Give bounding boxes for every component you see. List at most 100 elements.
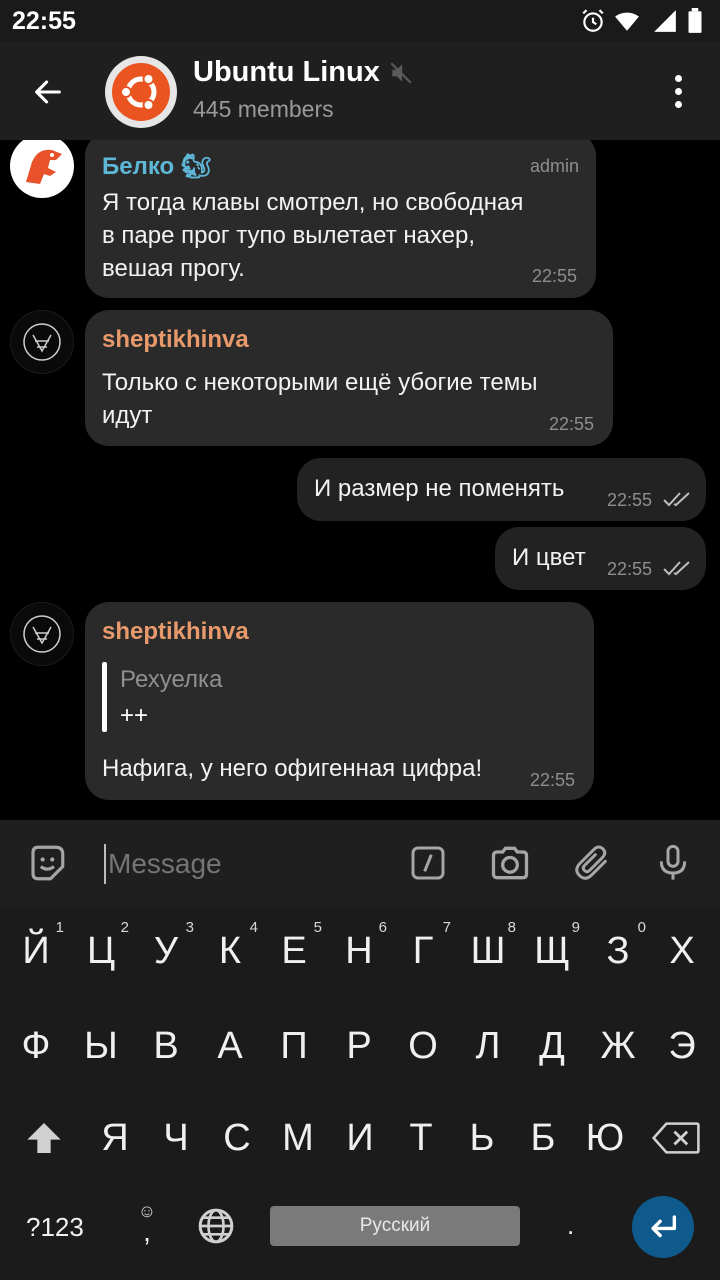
key-Р[interactable]: Р [329,1006,389,1086]
message-time: 22:55 [529,770,575,790]
key-К[interactable]: К4 [200,911,260,991]
key-С[interactable]: С [207,1098,267,1178]
message-text: Я тогда клавы смотрел, но свободная в па… [102,186,523,285]
key-Я[interactable]: Я [85,1098,145,1178]
message-bubble[interactable]: Белко 🐿 admin Я тогда клавы смотрел, но … [85,140,596,298]
key-Ш[interactable]: Ш8 [458,911,518,991]
camera-icon [491,846,529,880]
globe-icon [198,1208,234,1244]
slash-command-icon [411,846,445,880]
user-avatar[interactable] [10,310,74,374]
key-У[interactable]: У3 [136,911,196,991]
double-check-icon [663,561,690,576]
user-avatar[interactable] [10,140,74,198]
period-key[interactable]: . [567,1210,574,1241]
key-hint: 4 [249,919,258,936]
message-text: И цвет [512,544,586,571]
emoji-button[interactable] [24,840,70,886]
enter-key[interactable] [632,1196,694,1258]
reply-author[interactable]: Рехуелка [120,666,222,694]
message-list[interactable]: Белко 🐿 admin Я тогда клавы смотрел, но … [0,140,720,820]
message-bubble[interactable]: sheptikhinva Только с некоторыми ещё убо… [85,310,613,446]
key-Л[interactable]: Л [458,1006,518,1086]
key-label: Ц [86,929,116,972]
key-hint: 9 [571,919,580,936]
dot-icon [674,87,682,95]
key-hint: 1 [55,919,64,936]
key-Е[interactable]: Е5 [264,911,324,991]
attach-button[interactable] [569,840,615,886]
key-Н[interactable]: Н6 [329,911,389,991]
chat-header: Ubuntu Linux 445 members [0,42,720,140]
key-О[interactable]: О [393,1006,453,1086]
key-З[interactable]: З0 [588,911,648,991]
key-Ь[interactable]: Ь [452,1098,512,1178]
key-П[interactable]: П [264,1006,324,1086]
key-Щ[interactable]: Щ9 [522,911,582,991]
key-hint: 0 [637,919,646,936]
outgoing-message-bubble[interactable]: И цвет 22:55 [495,527,706,590]
key-Б[interactable]: Б [513,1098,573,1178]
key-И[interactable]: И [330,1098,390,1178]
group-avatar[interactable] [105,56,177,128]
key-label: Н [345,929,373,972]
key-Ж[interactable]: Ж [588,1006,648,1086]
sender-name[interactable]: Белко 🐿 [102,152,211,181]
user-avatar[interactable] [10,602,74,666]
message-time: 22:55 [607,559,653,579]
message-time: 22:55 [531,266,577,286]
key-Ч[interactable]: Ч [146,1098,206,1178]
key-А[interactable]: А [200,1006,260,1086]
camera-button[interactable] [487,840,533,886]
space-key[interactable]: Русский [270,1206,520,1246]
comma-key[interactable]: ☺ , [136,1202,158,1246]
key-Ф[interactable]: Ф [6,1006,66,1086]
more-options-button[interactable] [660,68,696,114]
sender-name[interactable]: sheptikhinva [102,326,249,354]
backspace-key[interactable] [646,1098,706,1178]
key-label: Г [412,929,434,972]
key-label: Х [669,929,695,972]
outgoing-message-bubble[interactable]: И размер не поменять 22:55 [297,458,706,521]
key-Г[interactable]: Г7 [393,911,453,991]
key-Ю[interactable]: Ю [575,1098,635,1178]
double-check-icon [663,492,690,507]
message-input[interactable] [104,844,384,884]
shift-key[interactable] [14,1098,74,1178]
key-Й[interactable]: Й1 [6,911,66,991]
voice-record-button[interactable] [650,840,696,886]
sticker-smile-icon [31,845,65,881]
key-В[interactable]: В [136,1006,196,1086]
key-Д[interactable]: Д [522,1006,582,1086]
onscreen-keyboard: Й1 Ц2 У3 К4 Е5 Н6 Г7 Ш8 Щ9 З0 Х Ф Ы В А … [0,908,720,1280]
admin-badge: admin [529,156,579,176]
back-button[interactable] [22,66,74,118]
language-key[interactable] [196,1206,236,1253]
key-Т[interactable]: Т [391,1098,451,1178]
message-line: идут [102,402,153,429]
dino-avatar-icon [26,149,62,184]
key-Х[interactable]: Х [652,911,712,991]
key-Ц[interactable]: Ц2 [71,911,131,991]
key-Ы[interactable]: Ы [71,1006,131,1086]
key-Э[interactable]: Э [652,1006,712,1086]
message-line: Я тогда клавы смотрел, но свободная [102,189,524,216]
symbols-key[interactable]: ?123 [26,1212,84,1243]
bot-commands-button[interactable] [405,840,451,886]
ubuntu-logo-icon [112,63,170,121]
reply-text[interactable]: ++ [120,702,148,730]
dot-icon [674,100,682,108]
shift-arrow-icon [27,1123,61,1153]
key-label: Й [22,929,50,972]
message-bubble[interactable]: sheptikhinva Рехуелка ++ Нафига, у него … [85,602,594,800]
key-label: Щ [534,929,570,972]
chat-title[interactable]: Ubuntu Linux [193,56,380,89]
message-text: Нафига, у него офигенная цифра! [102,755,483,782]
key-label: З [606,929,630,972]
logo-avatar-icon [23,323,61,361]
message-time: 22:55 [607,490,653,510]
dot-icon [674,74,682,82]
key-М[interactable]: М [268,1098,328,1178]
sender-name[interactable]: sheptikhinva [102,618,249,646]
composer-bar [0,820,720,908]
